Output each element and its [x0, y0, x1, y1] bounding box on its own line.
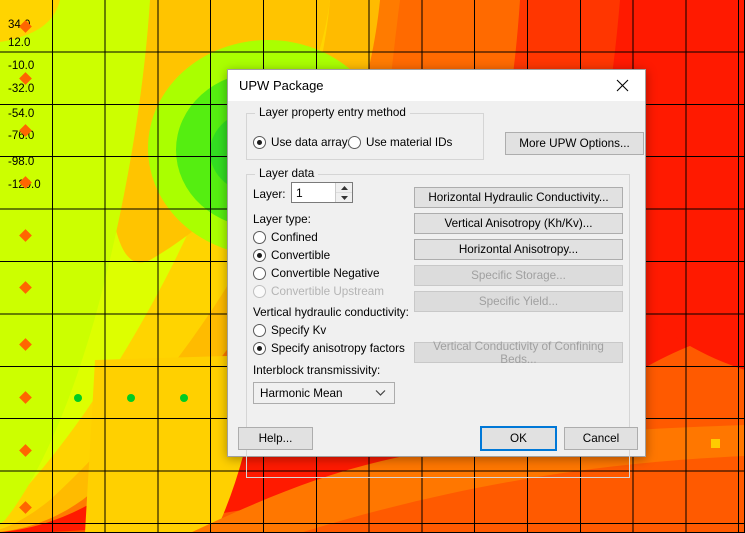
- radio-convertible[interactable]: Convertible: [253, 249, 330, 262]
- radio-indicator: [253, 136, 266, 149]
- vertical-anisotropy-button[interactable]: Vertical Anisotropy (Kh/Kv)...: [414, 213, 623, 234]
- radio-indicator: [253, 285, 266, 298]
- contour-label: -32.0: [8, 83, 35, 95]
- interblock-transmissivity-select[interactable]: Harmonic Mean: [253, 382, 395, 404]
- stepper-up-icon[interactable]: [336, 183, 352, 193]
- help-button[interactable]: Help...: [238, 427, 313, 450]
- layer-label: Layer:: [253, 188, 286, 201]
- contour-label: 12.0: [8, 37, 31, 49]
- radio-indicator: [348, 136, 361, 149]
- stepper-down-icon[interactable]: [336, 193, 352, 202]
- radio-indicator: [253, 324, 266, 337]
- radio-label: Use data arrays: [271, 136, 354, 149]
- vertical-conductivity-label: Vertical hydraulic conductivity:: [253, 306, 409, 319]
- vertical-conductivity-confining-beds-button: Vertical Conductivity of Confining Beds.…: [414, 340, 623, 366]
- layer-type-label: Layer type:: [253, 213, 311, 226]
- chevron-down-icon[interactable]: [375, 390, 386, 397]
- radio-indicator: [253, 249, 266, 262]
- radio-label: Convertible: [271, 249, 331, 262]
- radio-label: Confined: [271, 231, 318, 244]
- well-point-marker[interactable]: [127, 394, 135, 402]
- layer-number-stepper[interactable]: 1: [291, 182, 353, 203]
- dialog-title: UPW Package: [239, 78, 324, 93]
- more-upw-options-button[interactable]: More UPW Options...: [505, 132, 644, 155]
- boundary-cell-marker[interactable]: [711, 439, 720, 448]
- layer-data-group-title: Layer data: [255, 167, 319, 180]
- radio-label: Convertible Upstream: [271, 285, 385, 298]
- entry-method-group-title: Layer property entry method: [255, 106, 410, 119]
- radio-indicator: [253, 342, 266, 355]
- close-icon[interactable]: [600, 70, 645, 101]
- interblock-transmissivity-label: Interblock transmissivity:: [253, 364, 381, 377]
- interblock-transmissivity-value: Harmonic Mean: [260, 386, 343, 400]
- specific-yield-button: Specific Yield...: [414, 291, 623, 312]
- specific-storage-button: Specific Storage...: [414, 265, 623, 286]
- radio-label: Specify anisotropy factors: [271, 342, 405, 355]
- well-point-marker[interactable]: [74, 394, 82, 402]
- contour-label: -54.0: [8, 108, 35, 120]
- horizontal-anisotropy-button[interactable]: Horizontal Anisotropy...: [414, 239, 623, 260]
- radio-convertible-negative[interactable]: Convertible Negative: [253, 267, 380, 280]
- radio-label: Convertible Negative: [271, 267, 380, 280]
- radio-use-data-arrays[interactable]: Use data arrays: [253, 136, 354, 149]
- upw-package-dialog[interactable]: UPW Package Layer property entry method …: [227, 69, 646, 478]
- ok-button[interactable]: OK: [480, 426, 557, 451]
- radio-label: Specify Kv: [271, 324, 327, 337]
- stepper-buttons[interactable]: [335, 183, 352, 202]
- contour-label: -10.0: [8, 60, 35, 72]
- contour-label: -98.0: [8, 156, 35, 168]
- layer-number-value[interactable]: 1: [292, 183, 335, 202]
- well-point-marker[interactable]: [180, 394, 188, 402]
- radio-confined[interactable]: Confined: [253, 231, 318, 244]
- radio-specify-anisotropy-factors[interactable]: Specify anisotropy factors: [253, 342, 405, 355]
- radio-use-material-ids[interactable]: Use material IDs: [348, 136, 452, 149]
- radio-indicator: [253, 231, 266, 244]
- cancel-button[interactable]: Cancel: [564, 427, 638, 450]
- radio-convertible-upstream: Convertible Upstream: [253, 285, 384, 298]
- dialog-title-bar[interactable]: UPW Package: [228, 70, 645, 102]
- radio-indicator: [253, 267, 266, 280]
- radio-label: Use material IDs: [366, 136, 453, 149]
- horizontal-hydraulic-conductivity-button[interactable]: Horizontal Hydraulic Conductivity...: [414, 187, 623, 208]
- radio-specify-kv[interactable]: Specify Kv: [253, 324, 326, 337]
